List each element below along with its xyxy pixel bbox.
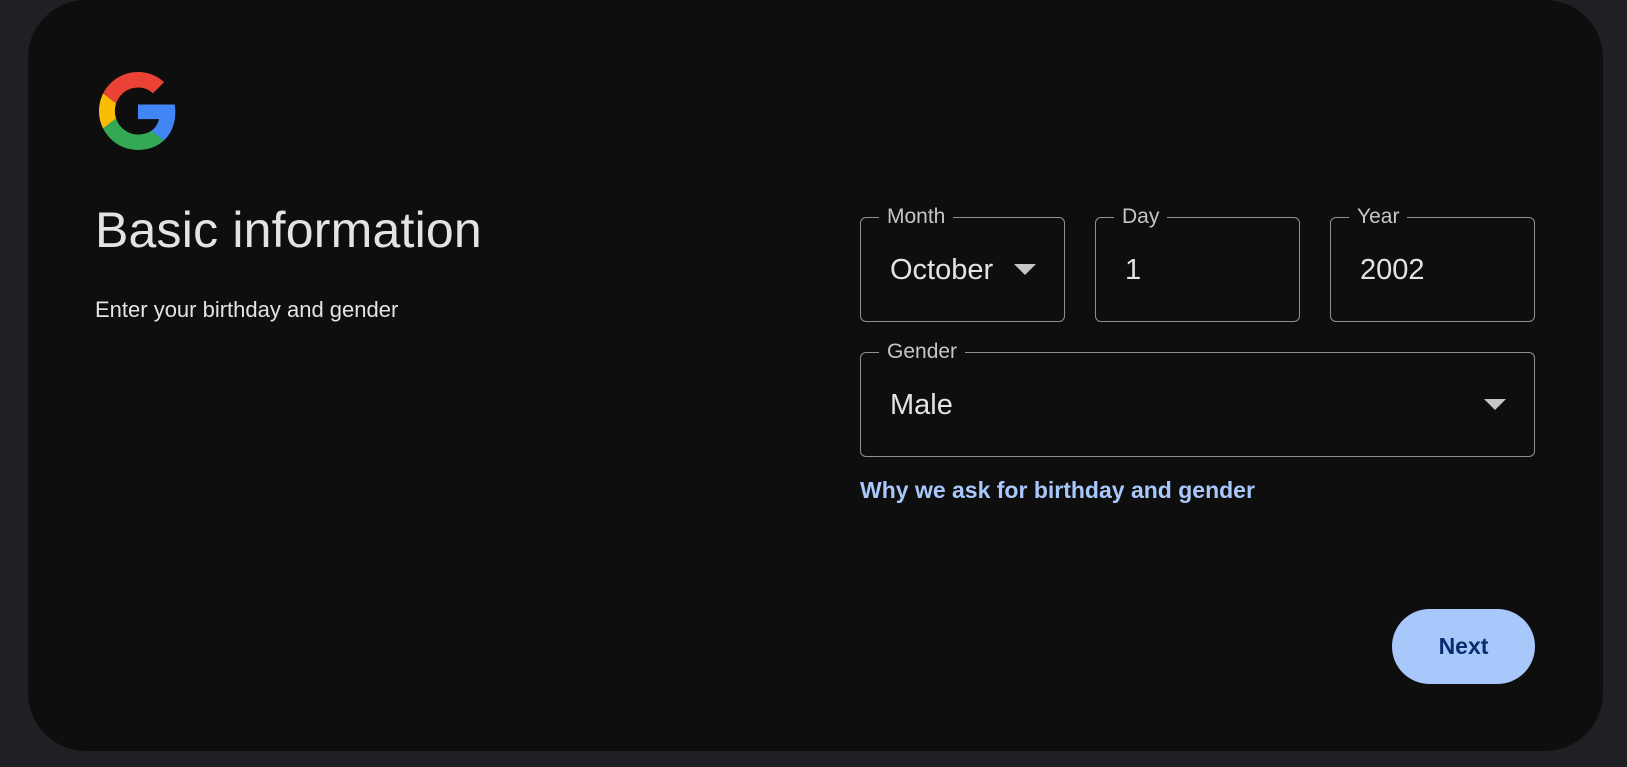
day-input[interactable]: Day 1 [1095,203,1300,322]
day-label: Day [1114,203,1168,231]
next-button[interactable]: Next [1392,609,1535,684]
page-title: Basic information [95,202,482,258]
year-input[interactable]: Year 2002 [1330,203,1535,322]
month-value: October [890,253,994,286]
month-label: Month [879,203,954,231]
month-select[interactable]: Month October [860,203,1065,322]
google-g-icon [99,72,176,150]
page-subtitle: Enter your birthday and gender [95,297,399,322]
year-label: Year [1349,203,1408,231]
year-value: 2002 [1360,253,1425,286]
why-we-ask-link[interactable]: Why we ask for birthday and gender [860,475,1255,505]
day-value: 1 [1125,253,1142,286]
gender-value: Male [890,388,953,421]
gender-label: Gender [879,338,966,366]
signup-card: Basic information Enter your birthday an… [28,0,1603,751]
gender-select[interactable]: Gender Male [860,338,1535,457]
caret-down-icon [1014,263,1036,275]
caret-down-icon [1484,398,1506,410]
